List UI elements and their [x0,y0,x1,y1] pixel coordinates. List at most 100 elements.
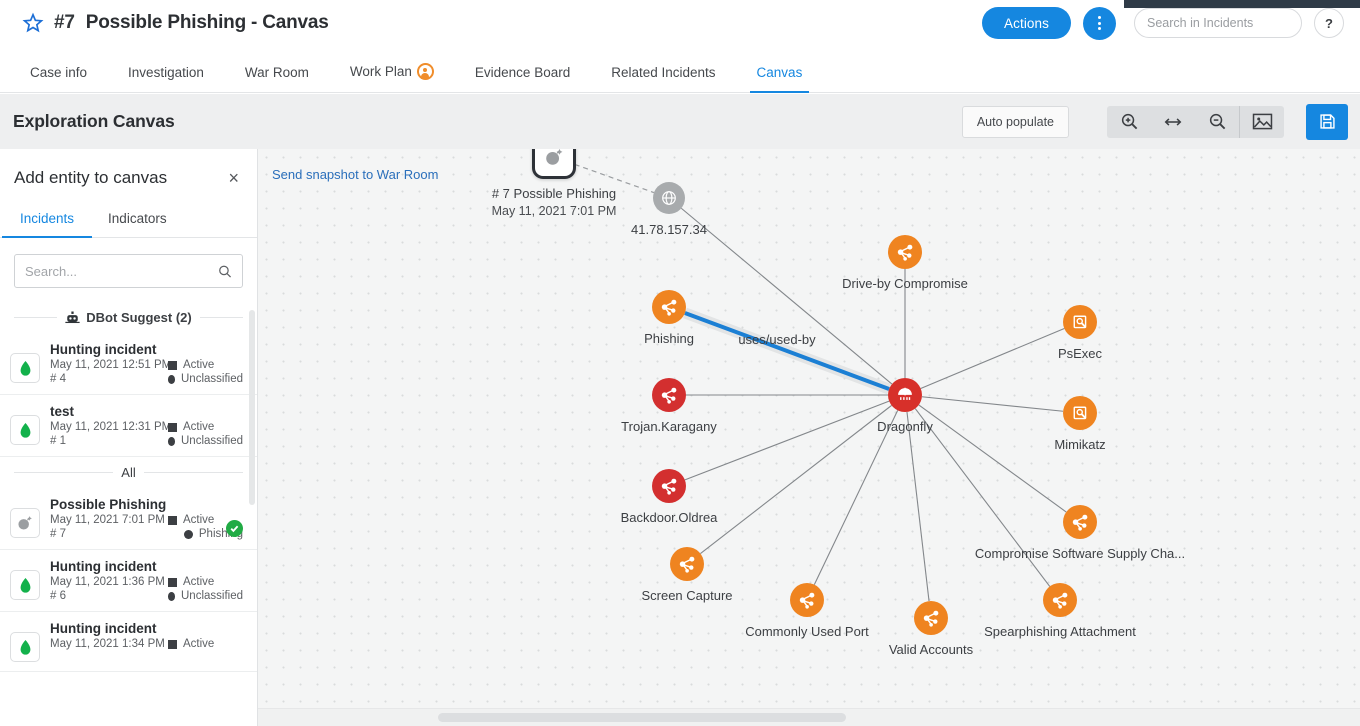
node-sublabel-text: May 11, 2021 7:01 PM [492,203,617,220]
attack-pattern-node-shape[interactable] [1043,583,1077,617]
graph-node-label: Screen Capture [641,587,732,605]
incident-type-icon [10,632,40,662]
share-icon [798,591,817,610]
global-search-box[interactable] [1134,8,1302,38]
ip-node-shape[interactable] [653,182,685,214]
export-image-button[interactable] [1240,106,1284,138]
attack-pattern-node-shape[interactable] [888,235,922,269]
actions-button[interactable]: Actions [982,7,1071,39]
panel-scrollbar-thumb[interactable] [249,310,255,505]
graph-edge[interactable] [907,412,929,601]
tab-label: Case info [30,65,87,80]
graph-node-validaccounts[interactable] [914,601,948,635]
tab-related-incidents[interactable]: Related Incidents [611,65,715,92]
graph-node-driveby[interactable] [888,235,922,269]
malware-node-shape[interactable] [652,378,686,412]
incident-list-item[interactable]: Possible Phishing May 11, 2021 7:01 PM A… [0,488,257,550]
incident-info: Hunting incident May 11, 2021 1:36 PM Ac… [50,559,243,602]
graph-node-backdoor[interactable] [652,469,686,503]
severity-dot-icon [168,437,175,446]
share-icon [1051,591,1070,610]
incident-list-item[interactable]: Hunting incident May 11, 2021 12:51 PM A… [0,333,257,395]
fit-width-button[interactable] [1151,106,1195,138]
panel-tab-indicators[interactable]: Indicators [106,207,169,237]
auto-populate-button[interactable]: Auto populate [962,106,1069,138]
canvas-horizontal-scrollbar[interactable] [258,708,1360,726]
graph-node-ip[interactable] [653,182,685,214]
bomb-icon [16,514,34,532]
tab-war-room[interactable]: War Room [245,65,309,92]
incident-list-item[interactable]: Hunting incident May 11, 2021 1:34 PM Ac… [0,612,257,672]
search-input[interactable] [1147,16,1289,30]
divider [200,317,243,318]
graph-edge[interactable] [921,329,1065,389]
panel-search-box[interactable] [14,254,243,288]
graph-node-label: Trojan.Karagany [621,418,717,436]
attack-pattern-node-shape[interactable] [790,583,824,617]
exploration-canvas[interactable]: Send snapshot to War Room uses/used-by #… [258,149,1360,726]
zoom-out-button[interactable] [1195,106,1239,138]
more-options-button[interactable] [1083,7,1116,40]
graph-node-commonport[interactable] [790,583,824,617]
graph-edge[interactable] [922,397,1063,412]
save-canvas-button[interactable] [1306,104,1348,140]
tab-work-plan[interactable]: Work Plan [350,63,434,92]
graph-edge[interactable] [700,405,891,553]
tab-case-info[interactable]: Case info [30,65,87,92]
graph-node-supplychain[interactable] [1063,505,1097,539]
graph-node-screencapture[interactable] [670,547,704,581]
graph-edge[interactable] [681,208,892,384]
attack-pattern-node-shape[interactable] [670,547,704,581]
add-entity-panel: Add entity to canvas × Incidents Indicat… [0,149,258,726]
node-label-text: Dragonfly [877,418,933,436]
page-title: Possible Phishing - Canvas [86,12,329,34]
graph-node-mimikatz[interactable] [1063,396,1097,430]
entity-search-input[interactable] [25,264,218,279]
incident-id: # 4 [50,373,148,385]
graph-node-dragonfly[interactable] [888,378,922,412]
attack-pattern-node-shape[interactable] [652,290,686,324]
graph-node-phishing[interactable] [652,290,686,324]
tool-node-shape[interactable] [1063,305,1097,339]
tool-node-shape[interactable] [1063,396,1097,430]
favorite-star-icon[interactable] [22,12,44,34]
share-icon [660,477,679,496]
graph-node-label: # 7 Possible PhishingMay 11, 2021 7:01 P… [492,185,617,219]
close-panel-button[interactable]: × [224,166,243,190]
user-avatar-icon [417,63,434,80]
graph-node-label: Phishing [644,330,694,348]
attack-pattern-node-shape[interactable] [1063,505,1097,539]
graph-node-label: 41.78.157.34 [631,221,707,239]
group-label: All [121,465,135,480]
graph-node-spearphish[interactable] [1043,583,1077,617]
incident-severity: Unclassified [181,590,243,602]
canvas-toolbar-actions: Auto populate [962,104,1360,140]
threat-actor-node-shape[interactable] [888,378,922,412]
zoom-in-button[interactable] [1107,106,1151,138]
fit-width-icon [1163,115,1183,129]
incident-node-shape[interactable] [532,149,576,179]
tab-investigation[interactable]: Investigation [128,65,204,92]
graph-node-psexec[interactable] [1063,305,1097,339]
graph-node-trojan[interactable] [652,378,686,412]
incident-list[interactable]: DBot Suggest (2) Hunting incident May 11… [0,302,257,726]
incident-list-item[interactable]: Hunting incident May 11, 2021 1:36 PM Ac… [0,550,257,612]
graph-node-incident[interactable] [532,149,576,179]
tab-evidence-board[interactable]: Evidence Board [475,65,570,92]
graph-edge[interactable] [919,405,1066,512]
canvas-scrollbar-thumb[interactable] [438,713,846,722]
graph-edge[interactable] [814,410,897,584]
attack-pattern-node-shape[interactable] [914,601,948,635]
graph-node-label: Mimikatz [1054,436,1105,454]
graph-node-label: Drive-by Compromise [842,275,968,293]
incident-severity: Unclassified [181,373,243,385]
help-button[interactable]: ? [1314,8,1344,38]
graph-edge[interactable] [685,401,889,480]
graph-edge[interactable] [685,313,889,389]
tab-canvas[interactable]: Canvas [757,65,803,92]
malware-node-shape[interactable] [652,469,686,503]
panel-tab-label: Indicators [108,211,167,226]
panel-tab-incidents[interactable]: Incidents [18,207,76,237]
tab-label: War Room [245,65,309,80]
incident-list-item[interactable]: test May 11, 2021 12:31 PM Active # 1 Un… [0,395,257,457]
